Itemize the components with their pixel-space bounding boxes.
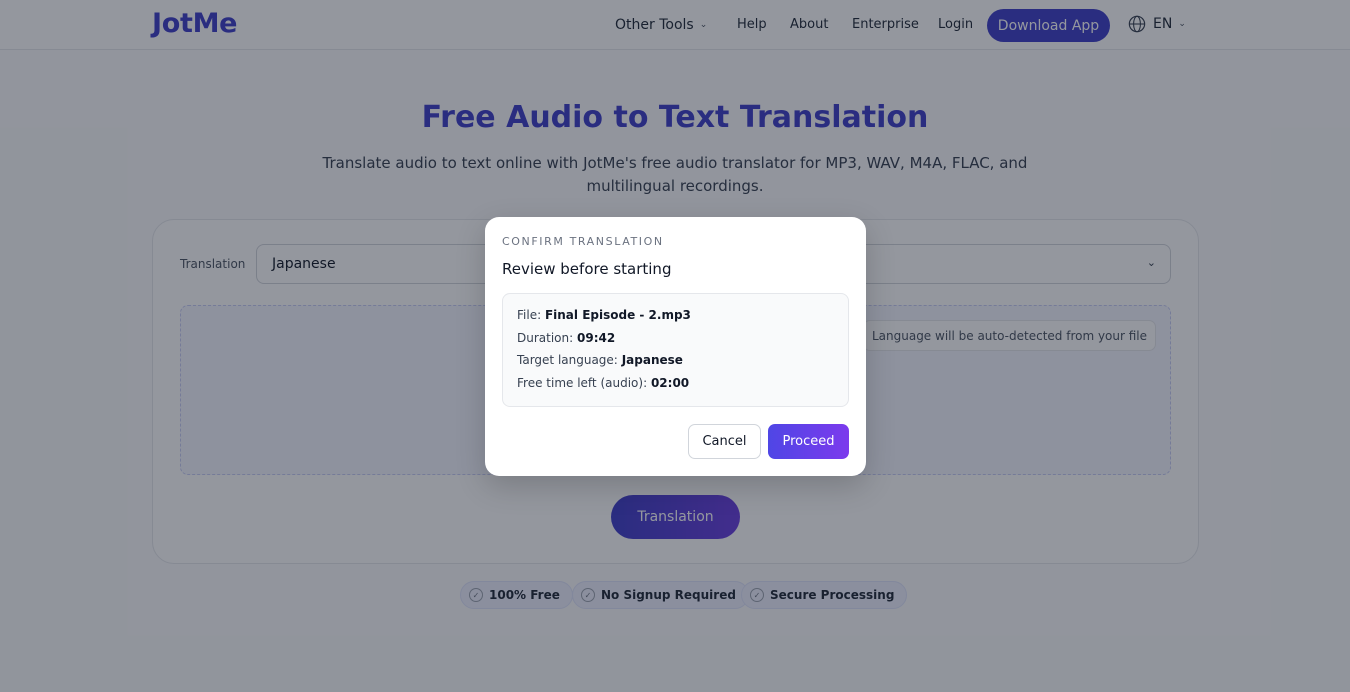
duration-value: 09:42 bbox=[577, 331, 616, 345]
target-language-row: Target language: Japanese bbox=[517, 353, 683, 367]
target-language-value: Japanese bbox=[621, 353, 683, 367]
file-row: File: Final Episode - 2.mp3 bbox=[517, 308, 691, 322]
free-time-value: 02:00 bbox=[650, 376, 690, 390]
dialog-eyebrow: CONFIRM TRANSLATION bbox=[502, 235, 664, 248]
target-language-label: Target language: bbox=[517, 353, 618, 367]
duration-label: Duration: bbox=[517, 331, 574, 345]
file-name: Final Episode - 2.mp3 bbox=[544, 308, 691, 322]
confirm-translation-dialog: CONFIRM TRANSLATION Review before starti… bbox=[485, 217, 866, 476]
duration-row: Duration: 09:42 bbox=[517, 331, 615, 345]
cancel-button[interactable]: Cancel bbox=[688, 424, 761, 459]
free-time-label: Free time left (audio): bbox=[517, 376, 648, 390]
file-label: File: bbox=[517, 308, 542, 322]
free-time-row: Free time left (audio): 02:00 bbox=[517, 376, 689, 390]
dialog-title: Review before starting bbox=[502, 260, 672, 278]
review-summary: File: Final Episode - 2.mp3 Duration: 09… bbox=[502, 293, 849, 407]
proceed-button[interactable]: Proceed bbox=[768, 424, 849, 459]
